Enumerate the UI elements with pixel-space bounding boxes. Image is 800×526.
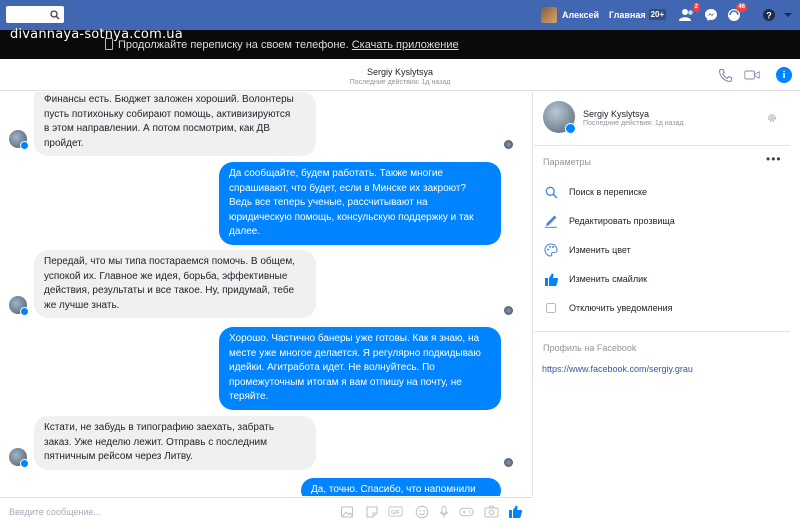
options-title: Параметры (543, 157, 591, 167)
message-line: Ведь все теперь ученые, рассчитывают на (229, 197, 428, 208)
home-label: Главная (609, 9, 646, 20)
conversation-status: Последние действия: 1д назад (349, 79, 451, 86)
contact-avatar[interactable] (9, 130, 29, 150)
profile-section-title: Профиль на Facebook (543, 343, 637, 353)
option-label: Редактировать прозвища (569, 216, 675, 226)
message-line: пройдет. (44, 137, 84, 149)
seen-indicator-avatar (504, 140, 513, 149)
conversation-header: Sergiy Kyslytsya Последние действия: 1д … (0, 59, 800, 91)
search-icon[interactable] (46, 6, 64, 23)
message-line: юридическую помощь, консульскую поддержк… (229, 211, 474, 223)
user-name: Алексей (562, 10, 600, 20)
pencil-icon (543, 213, 559, 229)
search-icon (543, 184, 559, 200)
message-line: Хорошо. Частично банеры уже готовы. Как … (229, 333, 480, 344)
seen-indicator-avatar (504, 306, 513, 315)
message-line: пятничным рейсом через Литву. (44, 451, 193, 462)
friend-requests-badge: 2 (692, 3, 700, 12)
notifications-icon[interactable]: 46 (726, 3, 747, 23)
download-app-link[interactable]: Скачать приложение (352, 39, 459, 51)
voice-clip-icon[interactable] (436, 504, 451, 519)
incoming-message[interactable]: Кстати, не забудь в типографию заехать, … (34, 416, 316, 470)
account-menu-icon[interactable] (780, 7, 796, 23)
contact-status: Последние действия: 1д назад (583, 120, 684, 127)
more-options-icon[interactable]: ••• (766, 152, 782, 166)
search-input[interactable] (6, 6, 64, 23)
gif-icon[interactable]: GIF (388, 504, 403, 519)
gear-icon[interactable] (766, 111, 778, 123)
thumbs-up-icon (543, 271, 559, 287)
message-line: заказ. Уже неделю лежит. Отправь с после… (44, 436, 267, 448)
option-change-color[interactable]: Изменить цвет (543, 242, 631, 258)
top-navigation-bar: Алексей Главная 20+ 2 46 ? (0, 0, 800, 30)
message-thread[interactable]: Финансы есть. Бюджет заложен хороший. Во… (0, 92, 533, 496)
video-call-icon[interactable] (744, 67, 760, 83)
message-line: промежуточным итогам я вам отпишу на поч… (229, 376, 462, 388)
option-search-in-conversation[interactable]: Поиск в переписке (543, 184, 647, 200)
message-line: действия, результаты и все такое. Ну, пр… (44, 285, 295, 296)
message-line: же лучше знать. (44, 299, 120, 311)
message-line: Финансы есть. Бюджет заложен хороший. Во… (44, 94, 294, 105)
notifications-badge: 46 (736, 3, 747, 12)
svg-text:GIF: GIF (391, 510, 401, 516)
phone-call-icon[interactable] (717, 67, 733, 83)
option-mute-notifications[interactable]: Отключить уведомления (543, 300, 673, 316)
message-line: Да, точно. Спасибо, что напомнили (311, 484, 476, 495)
emoji-icon[interactable] (414, 504, 429, 519)
avatar (541, 7, 557, 23)
home-link[interactable]: Главная 20+ (609, 9, 667, 20)
palette-icon (543, 242, 559, 258)
friend-requests-icon[interactable]: 2 (679, 3, 700, 23)
outgoing-message[interactable]: Да сообщайте, будем работать. Также мног… (219, 162, 501, 245)
option-change-emoji[interactable]: Изменить смайлик (543, 271, 647, 287)
outgoing-message[interactable]: Да, точно. Спасибо, что напомнили (301, 478, 501, 496)
message-line: месте уже многое делается. Я регулярно п… (229, 347, 481, 359)
message-line: Да сообщайте, будем работать. Также мног… (229, 168, 443, 179)
message-line: в этом направлении. А потом посмотрим, к… (44, 123, 271, 134)
option-label: Изменить цвет (569, 245, 631, 255)
message-line: Кстати, не забудь в типографию заехать, … (44, 422, 275, 433)
home-count: 20+ (648, 9, 667, 20)
message-line: спрашивают, что будет, если в Минске их … (229, 182, 467, 194)
incoming-message[interactable]: Финансы есть. Бюджет заложен хороший. Во… (34, 92, 316, 156)
contact-avatar[interactable] (9, 296, 29, 316)
facebook-profile-link[interactable]: https://www.facebook.com/sergiy.grau (542, 364, 693, 374)
incoming-message[interactable]: Передай, что мы типа постараемся помочь.… (34, 250, 316, 318)
conversation-name[interactable]: Sergiy Kyslytsya (0, 67, 800, 77)
contact-avatar[interactable] (543, 101, 576, 134)
divider (534, 331, 790, 332)
help-icon[interactable]: ? (761, 7, 777, 23)
message-composer: GIF (0, 497, 533, 526)
option-edit-nicknames[interactable]: Редактировать прозвища (543, 213, 675, 229)
message-line: пусть потихоньку собирают помощь, активи… (44, 108, 291, 120)
contact-name[interactable]: Sergiy Kyslytsya (583, 109, 649, 119)
option-label: Поиск в переписке (569, 187, 648, 197)
option-label: Изменить смайлик (569, 274, 648, 284)
profile-link[interactable]: Алексей (541, 7, 599, 23)
message-line: идейки. Агитработа идет. Не волнуйтесь. … (229, 362, 435, 373)
message-input[interactable] (9, 507, 309, 517)
message-line: успокой их. Главное же идея, борьба, эфф… (44, 270, 288, 282)
sticker-icon[interactable] (364, 504, 379, 519)
outgoing-message[interactable]: Хорошо. Частично банеры уже готовы. Как … (219, 327, 501, 410)
message-line: далее. (229, 226, 261, 237)
message-line: теряйте. (229, 391, 269, 402)
thumbs-up-send-icon[interactable] (508, 504, 523, 519)
seen-indicator-avatar (504, 458, 513, 467)
svg-text:?: ? (766, 11, 772, 21)
option-label: Отключить уведомления (569, 303, 673, 313)
contact-avatar[interactable] (9, 448, 29, 468)
messenger-icon[interactable] (703, 7, 719, 23)
watermark: divannaya-sotnya.com.ua (10, 27, 183, 42)
checkbox-icon[interactable] (543, 300, 559, 316)
camera-icon[interactable] (484, 504, 499, 519)
image-upload-icon[interactable] (339, 504, 354, 519)
message-line: Передай, что мы типа постараемся помочь.… (44, 256, 295, 267)
divider (534, 145, 790, 146)
conversation-details-panel: Sergiy Kyslytsya Последние действия: 1д … (534, 92, 800, 526)
info-icon[interactable]: i (776, 67, 792, 83)
games-icon[interactable] (459, 504, 474, 519)
